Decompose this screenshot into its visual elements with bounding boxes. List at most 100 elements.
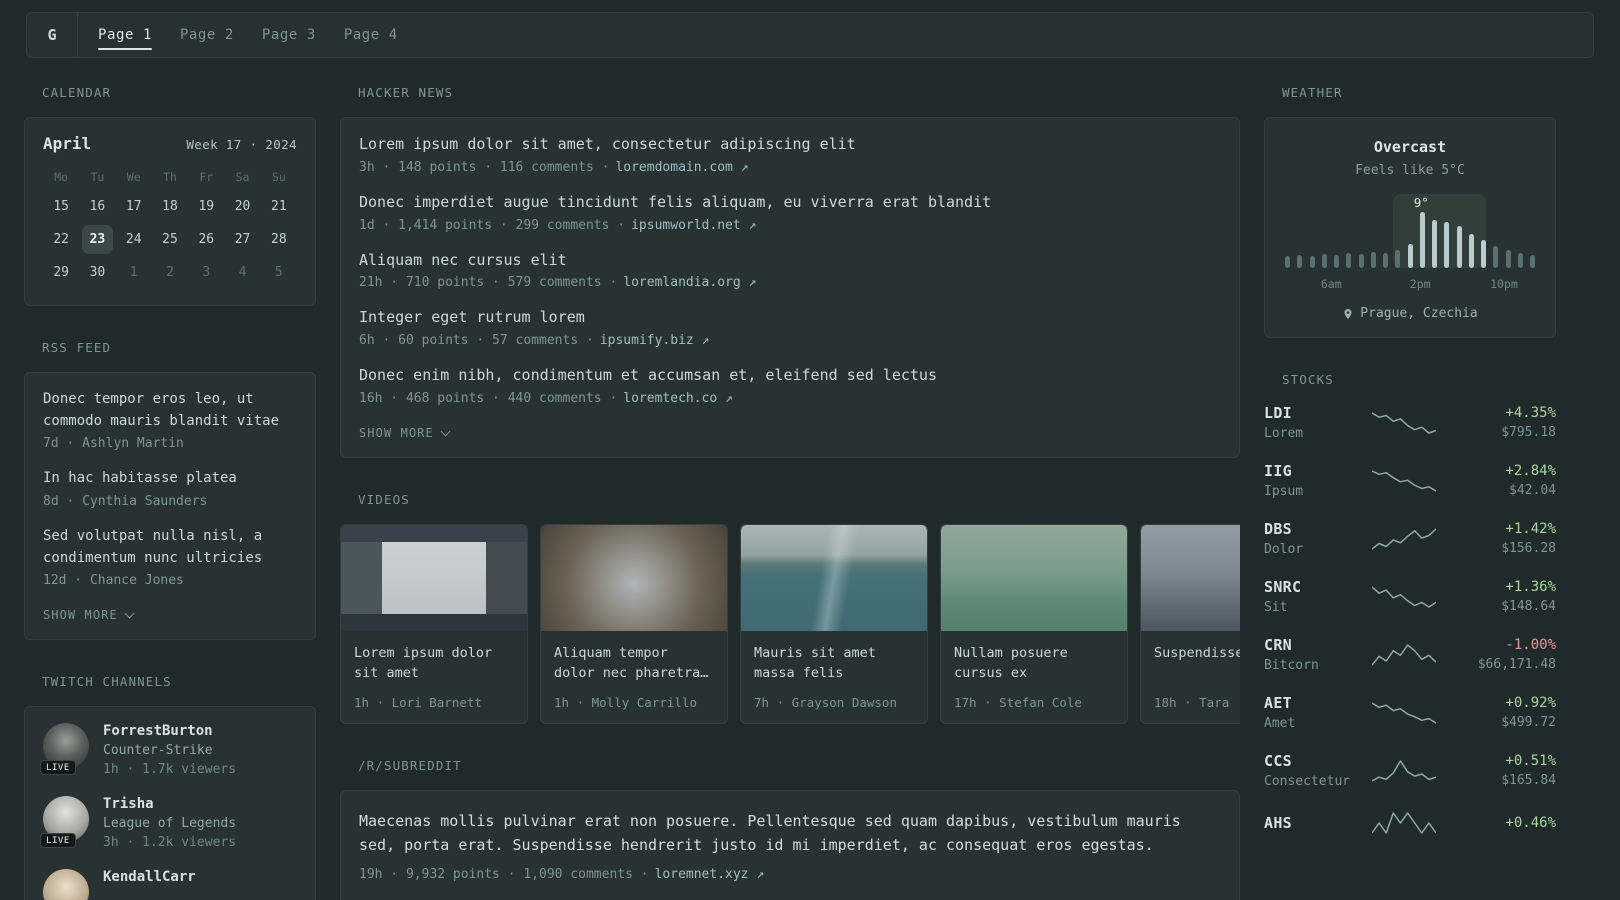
subreddit-post-meta: 19h · 9,932 points · 1,090 comments · lor… <box>359 867 1221 882</box>
page-tab[interactable]: Page 4 <box>344 13 398 57</box>
stock-symbol: SNRC <box>1264 578 1302 596</box>
weather-bars <box>1285 194 1535 268</box>
page-tab[interactable]: Page 3 <box>262 13 316 57</box>
hackernews-item-domain-link[interactable]: loremlandia.org ↗ <box>623 275 756 290</box>
hackernews-item-domain-link[interactable]: loremdomain.com ↗ <box>615 160 748 175</box>
video-card[interactable]: Aliquam tempor dolor nec pharetra… 1h · … <box>540 523 728 724</box>
weather-bar <box>1530 255 1535 268</box>
stock-identity: AET Amet <box>1264 694 1352 731</box>
stock-identity: SNRC Sit <box>1264 578 1352 615</box>
channel-viewers: 1h · 1.7k viewers <box>103 762 237 778</box>
weather-bar <box>1346 253 1352 268</box>
weather-bar <box>1321 254 1327 268</box>
calendar-month: April <box>43 134 92 153</box>
twitch-channel[interactable]: LIVE ForrestBurton Counter-Strike 1h · 1… <box>40 723 297 778</box>
dashboard-content: CALENDAR April Week 17 · 2024 Mo Tu We Th Fr… <box>0 85 1620 900</box>
weather-feels-like: Feels like 5°C <box>1355 163 1465 178</box>
calendar-day: 4 <box>238 265 247 280</box>
video-card[interactable]: Nullam posuere cursus ex 17h · Stefan Co… <box>940 523 1128 724</box>
stock-values: +0.46% <box>1456 815 1556 831</box>
stock-name: Ipsum <box>1264 484 1304 499</box>
weather-bar <box>1395 250 1401 268</box>
stock-values: +1.36% $148.64 <box>1456 579 1556 614</box>
stock-row: AET Amet +0.92% $499.72 <box>1264 694 1556 731</box>
hackernews-item-domain-link[interactable]: ipsumworld.net ↗ <box>631 218 756 233</box>
calendar-header: April Week 17 · 2024 <box>43 134 297 153</box>
video-meta: 18h · Tara <box>1154 694 1230 710</box>
video-title: Lorem ipsum dolor sit amet consectetu… <box>354 644 493 681</box>
hackernews-item-title[interactable]: Donec enim nibh, condimentum et accumsan… <box>359 365 1221 387</box>
twitch-channel[interactable]: LIVE Trisha League of Legends 3h · 1.2k … <box>40 796 297 850</box>
hackernews-show-more-button[interactable]: SHOW MORE <box>359 426 451 440</box>
hackernews-item-stats: 6h · 60 points · 57 comments · <box>359 333 594 348</box>
calendar-day: 21 <box>271 199 287 214</box>
subreddit-section-title: /R/SUBREDDIT <box>358 757 462 773</box>
channel-category: League of Legends <box>103 816 237 832</box>
hackernews-item-meta: 16h · 468 points · 440 comments · loremte… <box>359 391 1221 406</box>
hackernews-item-meta: 3h · 148 points · 116 comments · loremdom… <box>359 160 1221 175</box>
videos-row: Lorem ipsum dolor sit amet consectetu… 1… <box>340 523 1240 724</box>
page-tab[interactable]: Page 1 <box>98 13 152 57</box>
video-card[interactable]: Lorem ipsum dolor sit amet consectetu… 1… <box>340 523 528 724</box>
rss-show-more-button[interactable]: SHOW MORE <box>43 608 135 622</box>
stocks-widget: STOCKS LDI Lorem +4.35% $795.18 IIG Ipsu… <box>1264 372 1556 836</box>
video-meta: 1h · Molly Carrillo <box>554 694 697 710</box>
hackernews-list: Lorem ipsum dolor sit amet, consectetur … <box>359 134 1221 406</box>
live-badge: LIVE <box>40 760 76 776</box>
stock-sparkline <box>1352 468 1456 494</box>
video-title: Suspendisse diam <box>1154 644 1240 661</box>
calendar-day: 20 <box>234 199 251 214</box>
weather-bar <box>1419 212 1425 268</box>
weather-bar <box>1444 222 1450 268</box>
hackernews-item-title[interactable]: Lorem ipsum dolor sit amet, consectetur … <box>359 134 1221 156</box>
video-title: Aliquam tempor dolor nec pharetra… <box>554 644 709 681</box>
calendar-day: 25 <box>162 232 178 247</box>
weekday-label: Mo <box>54 170 69 184</box>
page-tabs: Page 1 Page 2 Page 3 Page 4 <box>98 13 398 57</box>
stock-row: SNRC Sit +1.36% $148.64 <box>1264 578 1556 615</box>
hackernews-item-title[interactable]: Donec imperdiet augue tincidunt felis al… <box>359 192 1221 214</box>
hackernews-item-meta: 21h · 710 points · 579 comments · loremla… <box>359 275 1221 290</box>
video-card[interactable]: Suspendisse diam 18h · Tara <box>1140 523 1240 724</box>
stock-price: $66,171.48 <box>1477 657 1556 672</box>
weather-condition: Overcast <box>1373 138 1447 156</box>
page-tab[interactable]: Page 2 <box>180 13 234 57</box>
live-badge: LIVE <box>40 833 76 849</box>
stock-row: CCS Consectetur +0.51% $165.84 <box>1264 752 1556 789</box>
weather-bar <box>1297 255 1303 268</box>
rss-item-title[interactable]: In hac habitasse platea <box>43 468 297 490</box>
twitch-widget: TWITCH CHANNELS LIVE ForrestBurton Count… <box>24 674 316 900</box>
calendar-day: 22 <box>53 232 69 247</box>
weather-widget: WEATHER Overcast Feels like 5°C 9° 6am 2p… <box>1264 85 1556 338</box>
stock-change: -1.00% <box>1505 637 1556 653</box>
hackernews-item-title[interactable]: Integer eget rutrum lorem <box>359 307 1221 329</box>
stock-values: +4.35% $795.18 <box>1456 405 1556 440</box>
hackernews-item-meta: 1d · 1,414 points · 299 comments · ipsumw… <box>359 218 1221 233</box>
stock-sparkline <box>1352 700 1456 726</box>
chevron-down-icon <box>124 608 135 619</box>
hackernews-item-domain-link[interactable]: loremtech.co ↗ <box>623 391 733 406</box>
rss-item-title[interactable]: Donec tempor eros leo, ut commodo mauris… <box>43 389 297 432</box>
hackernews-item: Integer eget rutrum lorem 6h · 60 points… <box>359 307 1221 348</box>
stock-row: IIG Ipsum +2.84% $42.04 <box>1264 462 1556 499</box>
hackernews-card: Lorem ipsum dolor sit amet, consectetur … <box>340 117 1240 458</box>
video-card[interactable]: Mauris sit amet massa felis 7h · Grayson… <box>740 523 928 724</box>
rss-widget: RSS FEED Donec tempor eros leo, ut commo… <box>24 340 316 641</box>
stock-price: $795.18 <box>1501 425 1556 440</box>
calendar-weekday-row: Mo Tu We Th Fr Sa Su <box>43 163 297 190</box>
subreddit-post-domain-link[interactable]: loremnet.xyz ↗ <box>655 867 765 882</box>
subreddit-post-text[interactable]: Maecenas mollis pulvinar erat non posuer… <box>359 809 1221 857</box>
stock-name: Sit <box>1264 600 1288 615</box>
left-column: CALENDAR April Week 17 · 2024 Mo Tu We Th Fr… <box>24 85 316 900</box>
rss-list: Donec tempor eros leo, ut commodo mauris… <box>43 389 297 588</box>
video-thumbnail <box>341 524 527 631</box>
weekday-label: Sa <box>235 170 250 184</box>
rss-item: Sed volutpat nulla nisl, a condimentum n… <box>43 526 297 588</box>
weather-time-axis: 6am 2pm 10pm <box>1283 277 1537 291</box>
weather-bar <box>1358 254 1364 268</box>
hackernews-item-title[interactable]: Aliquam nec cursus elit <box>359 250 1221 272</box>
rss-item-title[interactable]: Sed volutpat nulla nisl, a condimentum n… <box>43 526 297 569</box>
twitch-channel[interactable]: KendallCarr <box>43 869 297 900</box>
hackernews-item-domain-link[interactable]: ipsumify.biz ↗ <box>600 333 710 348</box>
calendar-day: 28 <box>271 232 287 247</box>
